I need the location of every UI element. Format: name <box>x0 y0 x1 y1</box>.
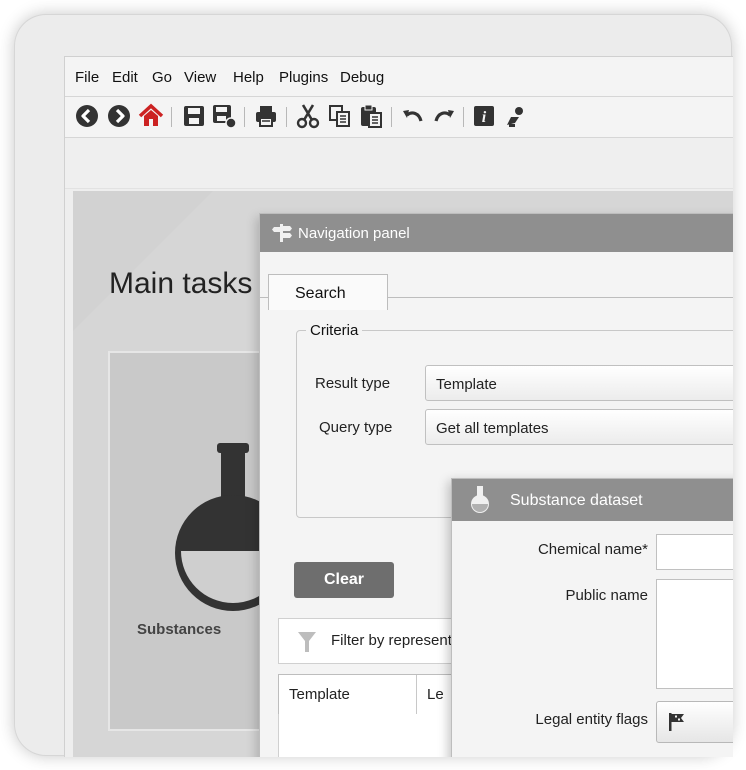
redo-icon[interactable] <box>431 103 457 129</box>
flag-icon <box>669 713 684 731</box>
menu-file[interactable]: File <box>75 69 99 86</box>
toolbar: i <box>65 97 733 138</box>
column-divider[interactable] <box>416 675 417 715</box>
substance-dataset-header: Substance dataset <box>452 479 733 521</box>
flask-icon <box>471 486 489 513</box>
page-title: Main tasks <box>109 267 253 300</box>
screenshot-frame: File Edit Go View Help Plugins Debug i M… <box>14 14 733 757</box>
svg-text:i: i <box>482 109 487 126</box>
tab-search[interactable]: Search <box>268 274 388 310</box>
application-window: File Edit Go View Help Plugins Debug i M… <box>64 56 733 757</box>
user-icon[interactable] <box>503 103 529 129</box>
menu-go[interactable]: Go <box>152 69 172 86</box>
query-type-select[interactable]: Get all templates <box>425 409 733 445</box>
substance-dataset-title: Substance dataset <box>510 492 643 509</box>
decorative-stripe <box>73 191 213 331</box>
print-icon[interactable] <box>253 103 279 129</box>
menu-view[interactable]: View <box>184 69 216 86</box>
toolbar-separator <box>391 107 392 127</box>
signpost-icon <box>272 224 292 242</box>
criteria-legend: Criteria <box>306 322 363 339</box>
chemical-name-label: Chemical name* <box>537 541 648 558</box>
filter-icon <box>298 632 316 652</box>
menu-debug[interactable]: Debug <box>340 69 384 86</box>
public-name-label: Public name <box>565 587 648 604</box>
copy-icon[interactable] <box>327 103 353 129</box>
undo-icon[interactable] <box>400 103 426 129</box>
save-as-icon[interactable] <box>211 103 237 129</box>
navigation-panel-header: Navigation panel <box>260 214 733 252</box>
toolbar-separator <box>244 107 245 127</box>
substances-card-label: Substances <box>137 621 222 638</box>
tab-bar: Search <box>260 252 733 310</box>
back-icon[interactable] <box>74 103 100 129</box>
clear-button[interactable]: Clear <box>294 562 394 598</box>
save-icon[interactable] <box>181 103 207 129</box>
paste-icon[interactable] <box>358 103 384 129</box>
address-bar-area <box>65 138 733 189</box>
menu-plugins[interactable]: Plugins <box>279 69 328 86</box>
home-icon[interactable] <box>138 103 164 129</box>
result-type-select[interactable]: Template <box>425 365 733 401</box>
query-type-label: Query type <box>319 419 393 436</box>
toolbar-separator <box>171 107 172 127</box>
legal-entity-flags-button[interactable] <box>656 701 733 743</box>
cut-icon[interactable] <box>295 103 321 129</box>
menu-edit[interactable]: Edit <box>112 69 138 86</box>
legal-entity-flags-label: Legal entity flags <box>535 711 648 728</box>
substance-dataset-panel: Substance dataset Chemical name* Public … <box>451 478 733 757</box>
info-icon[interactable]: i <box>471 103 497 129</box>
column-legal-entity[interactable]: Le <box>427 686 444 703</box>
chemical-name-input[interactable] <box>656 534 733 570</box>
menu-help[interactable]: Help <box>233 69 264 86</box>
column-template[interactable]: Template <box>289 686 350 703</box>
toolbar-separator <box>463 107 464 127</box>
public-name-textarea[interactable] <box>656 579 733 689</box>
result-type-label: Result type <box>315 375 391 392</box>
menu-bar: File Edit Go View Help Plugins Debug <box>65 57 733 97</box>
toolbar-separator <box>286 107 287 127</box>
navigation-panel-title: Navigation panel <box>298 225 410 242</box>
forward-icon[interactable] <box>106 103 132 129</box>
